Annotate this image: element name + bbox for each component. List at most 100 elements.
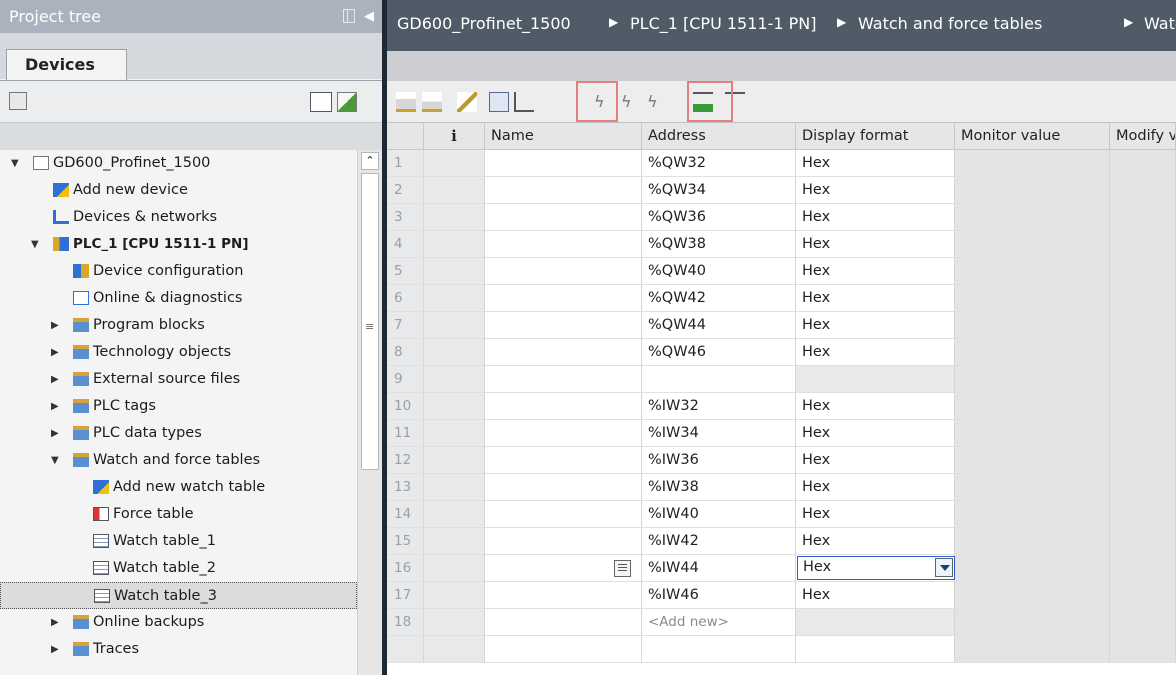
tree-item[interactable]: ▶ PLC tags: [0, 393, 357, 420]
address-cell[interactable]: %IW36: [642, 447, 796, 474]
monitor-value-cell[interactable]: [955, 501, 1110, 528]
table-row[interactable]: 17 %IW46 Hex: [387, 582, 1176, 609]
address-cell[interactable]: %IW46: [642, 582, 796, 609]
modify-value-cell[interactable]: [1110, 204, 1176, 231]
column-header-modify-value[interactable]: Modify v: [1110, 123, 1176, 150]
table-row[interactable]: 12 %IW36 Hex: [387, 447, 1176, 474]
address-cell[interactable]: %IW34: [642, 420, 796, 447]
address-cell[interactable]: %IW44: [642, 555, 796, 582]
add-row-icon[interactable]: [422, 92, 442, 112]
expand-arrow-icon[interactable]: ▼: [11, 150, 19, 177]
display-format-dropdown[interactable]: Hex: [797, 556, 955, 580]
modify-value-cell[interactable]: [1110, 501, 1176, 528]
tree-item[interactable]: Watch table_1: [0, 528, 357, 555]
display-format-cell[interactable]: Hex: [796, 582, 955, 609]
tree-item[interactable]: ▶ Online backups: [0, 609, 357, 636]
address-cell[interactable]: %IW42: [642, 528, 796, 555]
address-cell[interactable]: %QW36: [642, 204, 796, 231]
update-icon[interactable]: [457, 92, 477, 112]
name-cell[interactable]: [485, 528, 642, 555]
pin-icon[interactable]: [343, 9, 355, 23]
modify-value-cell[interactable]: [1110, 312, 1176, 339]
tag-list-icon[interactable]: [614, 560, 631, 577]
monitor-value-cell[interactable]: [955, 528, 1110, 555]
tree-item[interactable]: ▶ Program blocks: [0, 312, 357, 339]
monitor-value-cell[interactable]: [955, 366, 1110, 393]
address-cell[interactable]: %QW38: [642, 231, 796, 258]
name-cell[interactable]: [485, 150, 642, 177]
address-cell[interactable]: <Add new>: [642, 609, 796, 636]
tree-item[interactable]: ▶ PLC data types: [0, 420, 357, 447]
monitor-value-cell[interactable]: [955, 258, 1110, 285]
expand-arrow-icon[interactable]: ▼: [31, 231, 39, 258]
display-format-cell[interactable]: Hex: [796, 528, 955, 555]
enable-peripheral-outputs-icon[interactable]: ϟ: [647, 92, 667, 112]
display-format-cell[interactable]: Hex: [796, 204, 955, 231]
column-header-address[interactable]: Address: [642, 123, 796, 150]
modify-value-cell[interactable]: [1110, 609, 1176, 636]
display-format-cell[interactable]: Hex: [796, 231, 955, 258]
display-format-cell[interactable]: Hex: [796, 150, 955, 177]
collapse-arrow-icon[interactable]: ▶: [51, 339, 59, 366]
monitor-value-cell[interactable]: [955, 150, 1110, 177]
table-row[interactable]: 8 %QW46 Hex: [387, 339, 1176, 366]
address-cell[interactable]: %IW40: [642, 501, 796, 528]
name-cell[interactable]: [485, 204, 642, 231]
tree-item[interactable]: Add new device: [0, 177, 357, 204]
table-row[interactable]: 3 %QW36 Hex: [387, 204, 1176, 231]
collapse-pane-icon[interactable]: ◀: [364, 9, 374, 24]
list-view-icon[interactable]: [310, 92, 332, 112]
monitor-value-cell[interactable]: [955, 555, 1110, 582]
display-format-cell[interactable]: Hex: [796, 447, 955, 474]
column-header-display-format[interactable]: Display format: [796, 123, 955, 150]
tree-item[interactable]: Add new watch table: [0, 474, 357, 501]
tree-item[interactable]: Force table: [0, 501, 357, 528]
tree-item[interactable]: Devices & networks: [0, 204, 357, 231]
chevron-down-icon[interactable]: [935, 558, 953, 577]
display-format-cell[interactable]: Hex: [796, 420, 955, 447]
name-cell[interactable]: [485, 501, 642, 528]
column-header-info-icon[interactable]: i: [424, 123, 485, 150]
monitor-value-cell[interactable]: [955, 609, 1110, 636]
table-row[interactable]: 15 %IW42 Hex: [387, 528, 1176, 555]
insert-row-icon[interactable]: [396, 92, 416, 112]
name-cell[interactable]: [485, 609, 642, 636]
tree-item[interactable]: ▼ GD600_Profinet_1500: [0, 150, 357, 177]
collapse-arrow-icon[interactable]: ▶: [51, 609, 59, 636]
show-hide-modify-columns-icon[interactable]: [489, 92, 509, 112]
table-row[interactable]: 14 %IW40 Hex: [387, 501, 1176, 528]
modify-value-cell[interactable]: [1110, 177, 1176, 204]
table-row[interactable]: 16 %IW44 Hex: [387, 555, 1176, 582]
address-cell[interactable]: %QW46: [642, 339, 796, 366]
tree-item[interactable]: ▶ External source files: [0, 366, 357, 393]
address-cell[interactable]: %IW32: [642, 393, 796, 420]
name-cell[interactable]: [485, 285, 642, 312]
monitor-value-cell[interactable]: [955, 177, 1110, 204]
table-row[interactable]: 4 %QW38 Hex: [387, 231, 1176, 258]
tree-item[interactable]: ▶ Traces: [0, 636, 357, 663]
table-row[interactable]: 7 %QW44 Hex: [387, 312, 1176, 339]
display-format-cell[interactable]: [796, 609, 955, 636]
modify-value-cell[interactable]: [1110, 447, 1176, 474]
display-format-cell[interactable]: Hex: [796, 501, 955, 528]
display-format-cell[interactable]: [796, 366, 955, 393]
modify-value-cell[interactable]: [1110, 528, 1176, 555]
show-hide-extended-columns-icon[interactable]: [514, 92, 534, 112]
display-format-cell[interactable]: Hex: [796, 177, 955, 204]
tree-item[interactable]: ▼ PLC_1 [CPU 1511-1 PN]: [0, 231, 357, 258]
column-header-name[interactable]: Name: [485, 123, 642, 150]
modify-value-cell[interactable]: [1110, 555, 1176, 582]
monitor-value-cell[interactable]: [955, 204, 1110, 231]
monitor-value-cell[interactable]: [955, 285, 1110, 312]
table-row[interactable]: 6 %QW42 Hex: [387, 285, 1176, 312]
display-format-cell[interactable]: Hex: [796, 393, 955, 420]
address-cell[interactable]: %QW44: [642, 312, 796, 339]
display-format-cell[interactable]: Hex: [796, 339, 955, 366]
display-format-cell[interactable]: Hex: [796, 474, 955, 501]
name-cell[interactable]: [485, 177, 642, 204]
tab-devices[interactable]: Devices: [6, 49, 127, 81]
name-cell[interactable]: [485, 258, 642, 285]
name-cell[interactable]: [485, 420, 642, 447]
name-cell[interactable]: [485, 312, 642, 339]
breadcrumb-watch-tables[interactable]: Watch and force tables: [858, 14, 1042, 33]
